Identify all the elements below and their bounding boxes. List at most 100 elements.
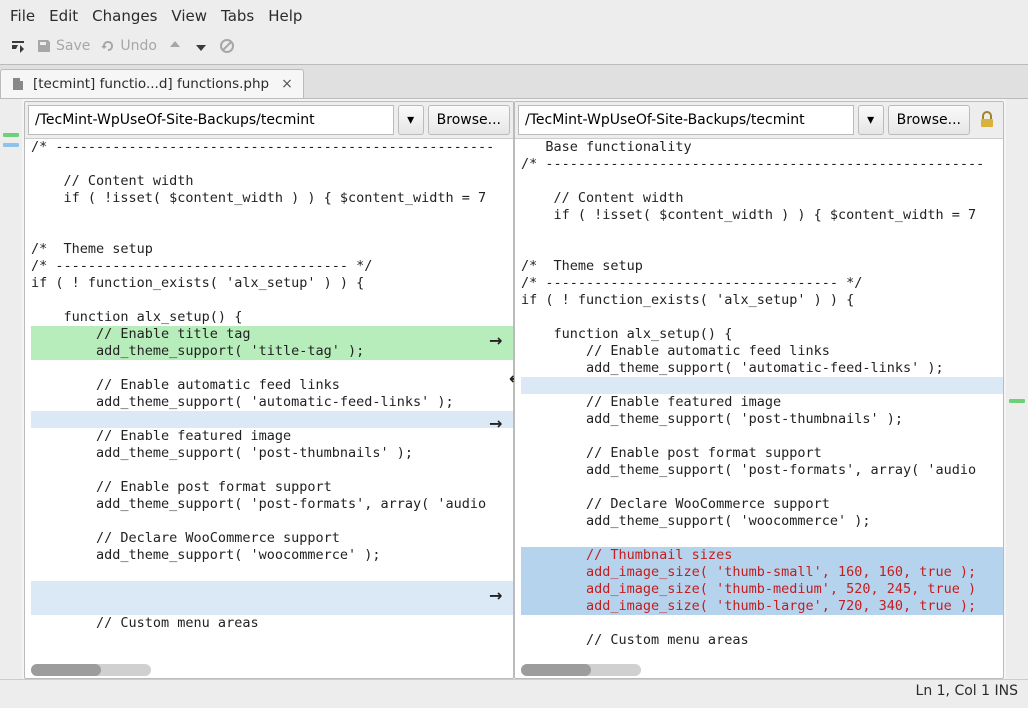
prev-diff-button[interactable] xyxy=(167,38,183,54)
code-line[interactable]: if ( ! function_exists( 'alx_setup' ) ) … xyxy=(521,292,1003,309)
menu-view[interactable]: View xyxy=(171,7,207,25)
code-line[interactable]: /* Theme setup xyxy=(31,241,513,258)
overview-ruler-left[interactable] xyxy=(0,99,22,679)
left-path-dropdown[interactable]: ▾ xyxy=(398,105,424,135)
right-path-input[interactable] xyxy=(518,105,854,135)
code-line[interactable]: function alx_setup() { xyxy=(521,326,1003,343)
menu-edit[interactable]: Edit xyxy=(49,7,78,25)
right-hscrollbar[interactable] xyxy=(521,664,641,676)
code-line[interactable]: // Enable automatic feed links xyxy=(521,343,1003,360)
code-line[interactable]: // Declare WooCommerce support xyxy=(521,496,1003,513)
statusbar: Ln 1, Col 1 INS xyxy=(0,679,1028,701)
code-line[interactable]: // Enable featured image xyxy=(31,428,513,445)
code-line[interactable]: add_theme_support( 'automatic-feed-links… xyxy=(31,394,513,411)
code-line[interactable]: if ( ! function_exists( 'alx_setup' ) ) … xyxy=(31,275,513,292)
code-line[interactable] xyxy=(31,513,513,530)
code-line[interactable] xyxy=(521,615,1003,632)
code-line[interactable]: // Enable title tag xyxy=(31,326,513,343)
left-path-input[interactable] xyxy=(28,105,394,135)
code-line[interactable] xyxy=(31,598,513,615)
code-line[interactable]: add_theme_support( 'post-formats', array… xyxy=(521,462,1003,479)
tab-functions[interactable]: [tecmint] functio...d] functions.php × xyxy=(0,69,304,98)
code-line[interactable]: if ( !isset( $content_width ) ) { $conte… xyxy=(521,207,1003,224)
code-line[interactable] xyxy=(521,377,1003,394)
code-line[interactable] xyxy=(521,479,1003,496)
code-line[interactable] xyxy=(31,224,513,241)
right-browse-button[interactable]: Browse... xyxy=(888,105,970,135)
stop-icon xyxy=(219,38,235,54)
code-line[interactable] xyxy=(31,156,513,173)
code-line[interactable] xyxy=(521,530,1003,547)
code-line[interactable]: function alx_setup() { xyxy=(31,309,513,326)
code-line[interactable] xyxy=(521,173,1003,190)
code-line[interactable] xyxy=(31,564,513,581)
code-line[interactable]: // Thumbnail sizes xyxy=(521,547,1003,564)
left-hscrollbar[interactable] xyxy=(31,664,151,676)
code-line[interactable]: // Custom menu areas xyxy=(31,615,513,632)
code-line[interactable] xyxy=(31,581,513,598)
code-line[interactable]: /* -------------------------------------… xyxy=(31,139,513,156)
code-line[interactable]: add_theme_support( 'automatic-feed-links… xyxy=(521,360,1003,377)
close-icon[interactable]: × xyxy=(281,76,293,92)
code-line[interactable]: add_image_size( 'thumb-small', 160, 160,… xyxy=(521,564,1003,581)
open-button[interactable] xyxy=(10,38,26,54)
left-browse-button[interactable]: Browse... xyxy=(428,105,510,135)
code-line[interactable]: // Custom menu areas xyxy=(521,632,1003,649)
code-line[interactable] xyxy=(521,241,1003,258)
code-line[interactable]: /* ------------------------------------ … xyxy=(521,275,1003,292)
code-line[interactable]: add_theme_support( 'post-formats', array… xyxy=(31,496,513,513)
code-line[interactable]: // Enable automatic feed links xyxy=(31,377,513,394)
code-line[interactable]: add_image_size( 'thumb-medium', 520, 245… xyxy=(521,581,1003,598)
code-line[interactable]: add_image_size( 'thumb-large', 720, 340,… xyxy=(521,598,1003,615)
code-line[interactable]: add_theme_support( 'woocommerce' ); xyxy=(521,513,1003,530)
overview-ruler-right[interactable] xyxy=(1006,99,1028,679)
stop-button[interactable] xyxy=(219,38,235,54)
code-line[interactable] xyxy=(31,292,513,309)
code-line[interactable] xyxy=(31,411,513,428)
diff-content: ▾ Browse... /* -------------------------… xyxy=(0,99,1028,679)
code-line[interactable] xyxy=(521,428,1003,445)
code-line[interactable] xyxy=(521,309,1003,326)
code-line[interactable] xyxy=(31,207,513,224)
code-line[interactable]: // Enable post format support xyxy=(31,479,513,496)
right-path-dropdown[interactable]: ▾ xyxy=(858,105,884,135)
code-line[interactable]: // Content width xyxy=(31,173,513,190)
save-label: Save xyxy=(56,38,90,54)
code-line[interactable] xyxy=(31,462,513,479)
open-icon xyxy=(10,38,26,54)
left-code[interactable]: /* -------------------------------------… xyxy=(25,139,513,678)
code-line[interactable] xyxy=(521,224,1003,241)
scrollbar-thumb[interactable] xyxy=(31,664,101,676)
menubar: File Edit Changes View Tabs Help xyxy=(0,0,1028,32)
code-line[interactable]: add_theme_support( 'post-thumbnails' ); xyxy=(31,445,513,462)
left-pane-header: ▾ Browse... xyxy=(25,102,513,139)
save-button[interactable]: Save xyxy=(36,38,90,54)
document-icon xyxy=(11,77,25,91)
menu-tabs[interactable]: Tabs xyxy=(221,7,254,25)
code-line[interactable]: /* ------------------------------------ … xyxy=(31,258,513,275)
next-diff-button[interactable] xyxy=(193,38,209,54)
menu-changes[interactable]: Changes xyxy=(92,7,157,25)
right-code[interactable]: Base functionality/* -------------------… xyxy=(515,139,1003,678)
menu-help[interactable]: Help xyxy=(268,7,302,25)
toolbar: Save Undo xyxy=(0,32,1028,65)
code-line[interactable]: add_theme_support( 'post-thumbnails' ); xyxy=(521,411,1003,428)
code-line[interactable]: if ( !isset( $content_width ) ) { $conte… xyxy=(31,190,513,207)
tab-title: [tecmint] functio...d] functions.php xyxy=(33,76,269,92)
code-line[interactable]: add_theme_support( 'woocommerce' ); xyxy=(31,547,513,564)
code-line[interactable]: // Enable featured image xyxy=(521,394,1003,411)
right-pane-header: ▾ Browse... xyxy=(515,102,1003,139)
ruler-mark xyxy=(3,133,19,137)
code-line[interactable]: // Content width xyxy=(521,190,1003,207)
scrollbar-thumb[interactable] xyxy=(521,664,591,676)
code-line[interactable]: add_theme_support( 'title-tag' ); xyxy=(31,343,513,360)
code-line[interactable] xyxy=(31,360,513,377)
code-line[interactable]: // Enable post format support xyxy=(521,445,1003,462)
code-line[interactable]: /* -------------------------------------… xyxy=(521,156,1003,173)
code-line[interactable]: Base functionality xyxy=(521,139,1003,156)
code-line[interactable]: // Declare WooCommerce support xyxy=(31,530,513,547)
menu-file[interactable]: File xyxy=(10,7,35,25)
left-pane: ▾ Browse... /* -------------------------… xyxy=(24,101,514,679)
code-line[interactable]: /* Theme setup xyxy=(521,258,1003,275)
undo-button[interactable]: Undo xyxy=(100,38,157,54)
